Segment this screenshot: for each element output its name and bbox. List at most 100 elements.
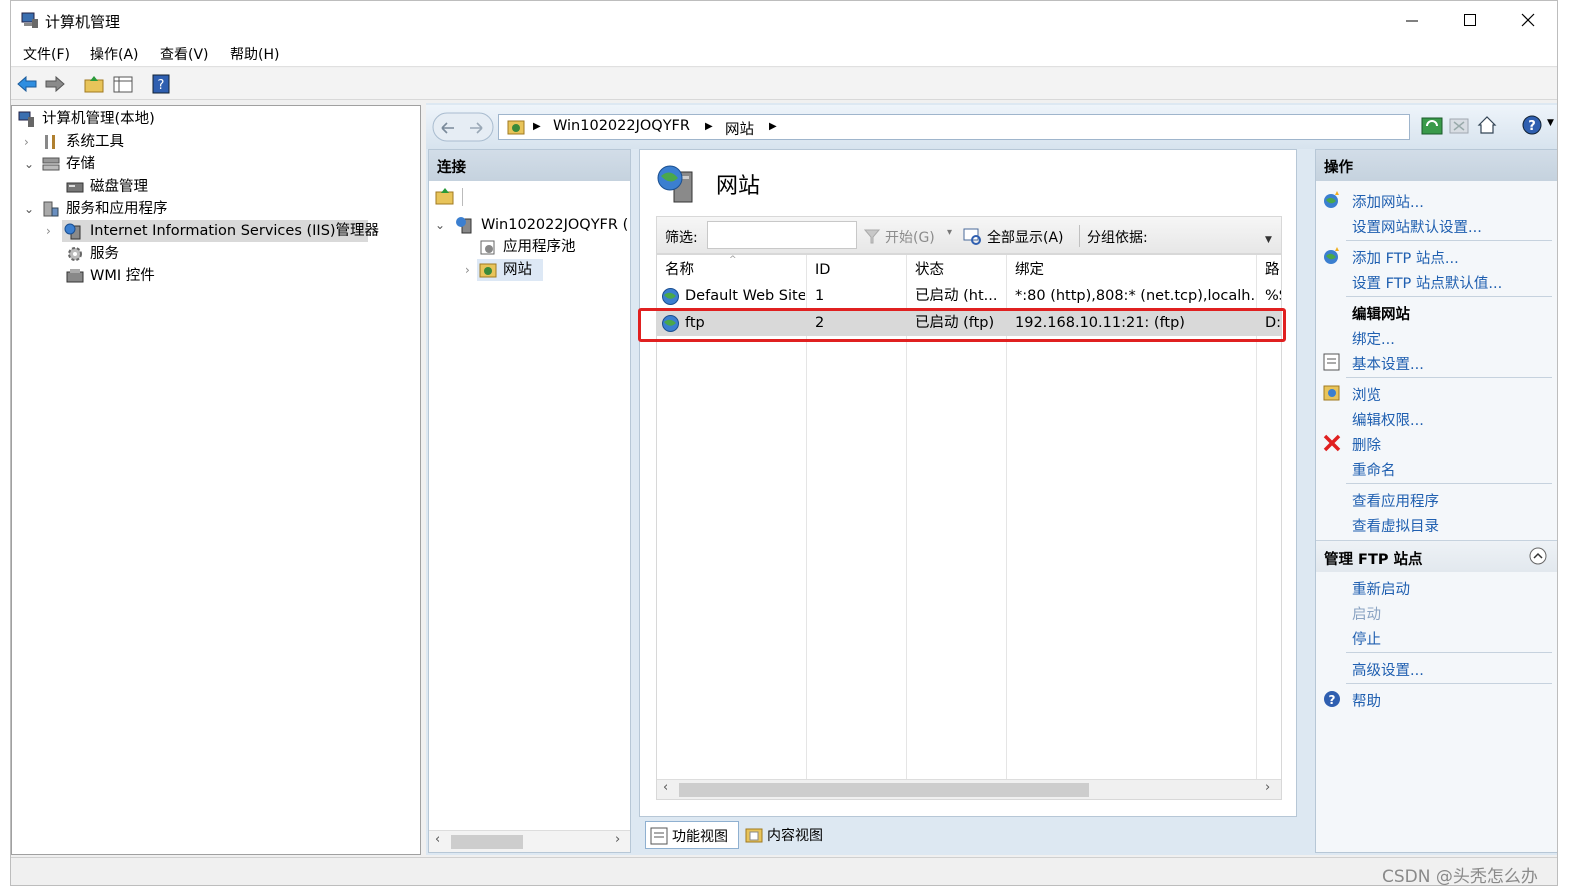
edit-permissions-link[interactable]: 编辑权限...	[1352, 409, 1424, 430]
minimize-icon[interactable]	[1403, 11, 1421, 29]
table-row[interactable]: Default Web Site 1 已启动 (ht... *:80 (http…	[657, 283, 1281, 309]
watermark: CSDN @头秃怎么办	[1382, 867, 1538, 887]
group-by-label[interactable]: 分组依据:	[1087, 227, 1148, 247]
tab-features-view[interactable]: 功能视图	[645, 821, 739, 849]
filter-bar: 筛选: 开始(G) ▾ 全部显示(A) 分组依据: ▼	[656, 216, 1282, 254]
show-hide-console-tree-icon[interactable]	[112, 74, 134, 94]
site-defaults-link[interactable]: 设置网站默认设置...	[1352, 216, 1482, 237]
chevron-down-icon[interactable]: ⌄	[435, 214, 445, 236]
view-tabs: 功能视图 内容视图	[639, 819, 1297, 853]
restart-link[interactable]: 重新启动	[1352, 578, 1410, 599]
stop-link[interactable]: 停止	[1352, 628, 1381, 649]
show-all-icon	[963, 228, 981, 245]
column-header-binding[interactable]: 绑定	[1015, 257, 1044, 283]
tab-content-view[interactable]: 内容视图	[743, 821, 837, 849]
address-bar: ▶ Win102022JOQYFR ▶ 网站 ▶ ? ▼	[426, 105, 1557, 149]
menu-view[interactable]: 查看(V)	[160, 44, 209, 64]
svg-text:?: ?	[1329, 693, 1336, 707]
toolbar-separator	[462, 188, 463, 206]
chevron-right-icon[interactable]: ›	[465, 259, 470, 281]
separator	[1346, 240, 1552, 241]
help-book-icon[interactable]: ?	[150, 74, 172, 94]
sites-feature-pane: 网站 筛选: 开始(G) ▾ 全部显示(A) 分组依据: ▼ 名称 ^ ID 状…	[638, 149, 1297, 817]
menu-action[interactable]: 操作(A)	[90, 44, 139, 64]
chevron-down-icon[interactable]: ⌄	[24, 153, 34, 175]
delete-link[interactable]: 删除	[1352, 434, 1381, 455]
view-applications-link[interactable]: 查看应用程序	[1352, 490, 1439, 511]
breadcrumb-server[interactable]: Win102022JOQYFR	[553, 118, 690, 134]
status-bar	[11, 857, 1557, 885]
storage-icon	[42, 157, 60, 171]
bindings-link[interactable]: 绑定...	[1352, 328, 1395, 349]
add-site-link[interactable]: 添加网站...	[1352, 191, 1424, 212]
column-header-path[interactable]: 路	[1265, 257, 1281, 283]
home-icon[interactable]	[1476, 114, 1498, 136]
overflow-icon[interactable]: ▼	[1265, 235, 1272, 245]
menu-file[interactable]: 文件(F)	[23, 44, 70, 64]
dropdown-arrow-icon[interactable]: ▾	[947, 227, 952, 238]
filter-label: 筛选:	[665, 230, 698, 246]
browse-link[interactable]: 浏览	[1352, 384, 1381, 405]
separator	[1346, 652, 1552, 653]
menu-help[interactable]: 帮助(H)	[230, 44, 279, 64]
highlight-annotation	[638, 308, 1286, 342]
help-link[interactable]: 帮助	[1352, 690, 1381, 711]
up-folder-icon[interactable]	[83, 74, 105, 94]
breadcrumb-arrow-icon[interactable]: ▶	[533, 121, 541, 132]
separator	[1346, 483, 1552, 484]
add-site-icon	[1324, 191, 1339, 208]
connect-icon[interactable]	[435, 187, 455, 205]
delete-icon	[1323, 434, 1341, 452]
basic-settings-link[interactable]: 基本设置...	[1352, 353, 1424, 374]
advanced-settings-link[interactable]: 高级设置...	[1352, 659, 1424, 680]
collapse-icon[interactable]	[1528, 546, 1548, 566]
scroll-left-icon[interactable]: ‹	[663, 780, 668, 795]
forward-arrow-icon[interactable]	[44, 74, 66, 94]
manage-ftp-section-header[interactable]: 管理 FTP 站点	[1316, 540, 1557, 572]
stop-icon[interactable]	[1448, 115, 1470, 137]
filter-input[interactable]	[707, 221, 857, 249]
separator	[1346, 683, 1552, 684]
app-pool-icon	[480, 240, 495, 255]
scroll-right-icon[interactable]: ›	[615, 832, 620, 847]
title-bar: 计算机管理	[11, 1, 1557, 39]
back-arrow-icon[interactable]	[16, 74, 38, 94]
connections-pane: 连接 ⌄ Win102022JOQYFR ( 应用程序池 › 网站 ‹ ›	[428, 149, 631, 853]
ftp-defaults-link[interactable]: 设置 FTP 站点默认值...	[1352, 272, 1502, 293]
chevron-down-icon[interactable]: ⌄	[24, 198, 34, 220]
column-header-name[interactable]: 名称	[665, 257, 694, 283]
computer-management-window: 计算机管理 文件(F) 操作(A) 查看(V) 帮助(H) ? 计算机管理(本地…	[10, 0, 1558, 886]
svg-text:?: ?	[158, 78, 165, 93]
actions-header: 操作	[1316, 150, 1557, 181]
start-filter-button[interactable]: 开始(G)	[885, 227, 935, 247]
sites-folder-icon	[507, 120, 525, 135]
horizontal-scrollbar[interactable]: ‹ ›	[429, 830, 630, 852]
show-all-button[interactable]: 全部显示(A)	[987, 227, 1064, 247]
connections-header: 连接	[429, 150, 630, 181]
chevron-right-icon[interactable]: ›	[46, 220, 51, 242]
back-forward-buttons[interactable]	[432, 111, 494, 143]
close-icon[interactable]	[1519, 11, 1537, 29]
maximize-icon[interactable]	[1461, 11, 1479, 29]
websites-icon	[657, 165, 693, 203]
scrollbar-thumb[interactable]	[679, 783, 1089, 797]
breadcrumb-sites[interactable]: 网站	[725, 118, 754, 139]
breadcrumb-arrow-icon[interactable]: ▶	[705, 121, 713, 132]
view-virtual-dirs-link[interactable]: 查看虚拟目录	[1352, 515, 1439, 536]
refresh-icon[interactable]	[1421, 115, 1443, 137]
rename-link[interactable]: 重命名	[1352, 459, 1396, 480]
add-ftp-link[interactable]: 添加 FTP 站点...	[1352, 247, 1459, 268]
basic-settings-icon	[1323, 353, 1340, 371]
help-dropdown-icon[interactable]: ▼	[1547, 118, 1554, 128]
column-header-status[interactable]: 状态	[915, 257, 944, 283]
scroll-right-icon[interactable]: ›	[1265, 780, 1270, 795]
horizontal-scrollbar[interactable]: ‹ ›	[657, 779, 1281, 799]
column-header-id[interactable]: ID	[815, 257, 830, 283]
menu-bar: 文件(F) 操作(A) 查看(V) 帮助(H)	[11, 39, 1557, 67]
scrollbar-thumb[interactable]	[451, 835, 523, 849]
scroll-left-icon[interactable]: ‹	[435, 832, 440, 847]
chevron-right-icon[interactable]: ›	[24, 131, 29, 153]
breadcrumb[interactable]: ▶ Win102022JOQYFR ▶ 网站 ▶	[498, 114, 1410, 140]
help-icon[interactable]: ?	[1521, 114, 1545, 138]
breadcrumb-arrow-icon[interactable]: ▶	[769, 121, 777, 132]
